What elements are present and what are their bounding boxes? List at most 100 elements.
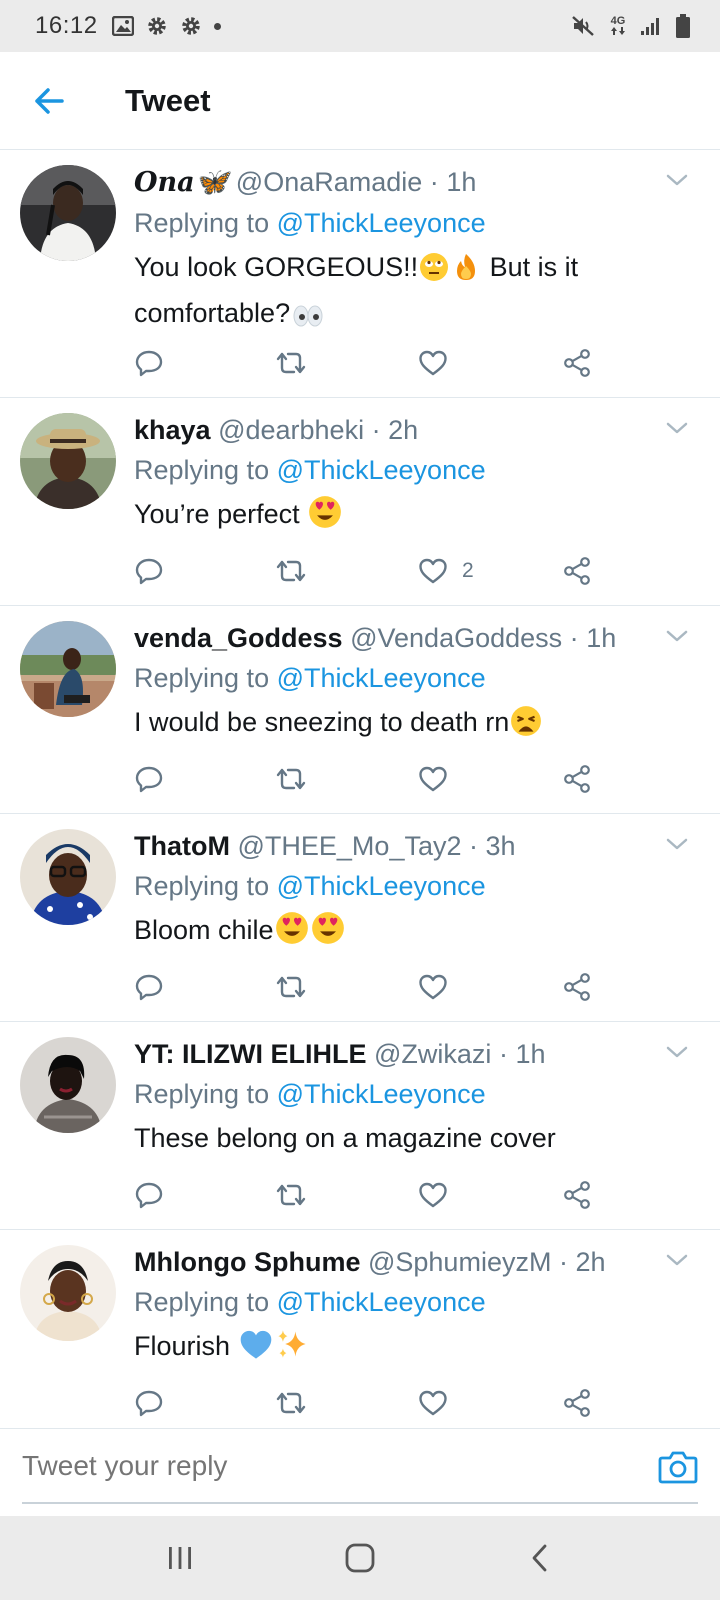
user-handle[interactable]: @VendaGoddess xyxy=(350,623,562,653)
user-handle[interactable]: @dearbheki xyxy=(218,415,364,445)
back-nav-button[interactable] xyxy=(510,1528,570,1588)
reply-button[interactable] xyxy=(134,553,164,589)
share-icon xyxy=(564,1389,590,1417)
avatar[interactable] xyxy=(20,1037,116,1133)
like-button[interactable] xyxy=(418,1177,462,1213)
retweet-icon xyxy=(276,560,306,582)
share-icon xyxy=(564,1181,590,1209)
replying-to-label: Replying to xyxy=(134,871,277,901)
retweet-button[interactable] xyxy=(274,761,308,797)
retweet-button[interactable] xyxy=(274,1385,308,1421)
like-button[interactable] xyxy=(418,969,462,1005)
home-icon xyxy=(345,1543,375,1573)
tweet-time[interactable]: 2h xyxy=(575,1247,605,1277)
display-name[interactable]: venda_Goddess xyxy=(134,623,343,653)
status-bar: 16:12 4G xyxy=(0,0,720,52)
replying-to-mention[interactable]: @ThickLeeyonce xyxy=(277,871,486,901)
tweet-actions xyxy=(134,1385,700,1421)
replying-to-mention[interactable]: @ThickLeeyonce xyxy=(277,1079,486,1109)
tweet-options-button[interactable] xyxy=(662,1042,692,1062)
retweet-button[interactable] xyxy=(274,345,308,381)
display-name[interactable]: YT: ILIZWI ELIHLE xyxy=(134,1039,366,1069)
heart-eyes-emoji-icon xyxy=(311,911,345,956)
display-name[interactable]: Ona🦋 xyxy=(134,167,228,198)
sparkles-emoji-icon xyxy=(275,1327,309,1372)
retweet-icon xyxy=(276,1392,306,1414)
avatar[interactable] xyxy=(20,165,116,261)
avatar[interactable] xyxy=(20,829,116,925)
reply-button[interactable] xyxy=(134,969,164,1005)
like-button[interactable] xyxy=(418,1385,462,1421)
tweet-time[interactable]: 2h xyxy=(388,415,418,445)
tweet-time[interactable]: 1h xyxy=(446,167,476,197)
share-icon xyxy=(564,349,590,377)
share-button[interactable] xyxy=(562,761,592,797)
user-handle[interactable]: @OnaRamadie xyxy=(236,167,423,197)
tweet-reply-input[interactable] xyxy=(22,1441,638,1491)
recent-apps-icon xyxy=(169,1547,191,1569)
share-button[interactable] xyxy=(562,553,592,589)
retweet-button[interactable] xyxy=(274,969,308,1005)
share-button[interactable] xyxy=(562,969,592,1005)
share-button[interactable] xyxy=(562,345,592,381)
tweet-item[interactable]: YT: ILIZWI ELIHLE @Zwikazi · 1h Replying… xyxy=(0,1022,720,1230)
tweet-item[interactable]: Mhlongo Sphume @SphumieyzM · 2h Replying… xyxy=(0,1230,720,1428)
chevron-down-icon xyxy=(666,1254,688,1266)
tweet-item[interactable]: khaya @dearbheki · 2h Replying to @Thick… xyxy=(0,398,720,606)
replying-to-label: Replying to xyxy=(134,663,277,693)
avatar[interactable] xyxy=(20,1245,116,1341)
reply-button[interactable] xyxy=(134,345,164,381)
tweet-item[interactable]: Ona🦋 @OnaRamadie · 1h Replying to @Thick… xyxy=(0,150,720,398)
network-type-label: 4G xyxy=(610,15,626,27)
retweet-button[interactable] xyxy=(274,553,308,589)
tweet-text-part: You look GORGEOUS!! xyxy=(134,252,419,282)
user-handle[interactable]: @Zwikazi xyxy=(374,1039,491,1069)
retweet-button[interactable] xyxy=(274,1177,308,1213)
avatar[interactable] xyxy=(20,413,116,509)
weary-face-emoji-icon xyxy=(510,705,542,748)
tweet-time[interactable]: 1h xyxy=(515,1039,545,1069)
heart-eyes-emoji-icon xyxy=(275,911,309,956)
tweet-time[interactable]: 1h xyxy=(586,623,616,653)
tweet-text-part: You’re perfect xyxy=(134,499,308,529)
like-button[interactable] xyxy=(418,345,462,381)
like-button[interactable]: 2 xyxy=(418,553,474,589)
tweet-header: Mhlongo Sphume @SphumieyzM · 2h xyxy=(134,1242,700,1282)
tweet-options-button[interactable] xyxy=(662,834,692,854)
user-handle[interactable]: @THEE_Mo_Tay2 xyxy=(238,831,462,861)
display-name[interactable]: khaya xyxy=(134,415,211,445)
like-button[interactable] xyxy=(418,761,462,797)
tweet-options-button[interactable] xyxy=(662,418,692,438)
replying-to-mention[interactable]: @ThickLeeyonce xyxy=(277,663,486,693)
separator-dot: · xyxy=(558,1247,568,1277)
tweet-text-part: Flourish xyxy=(134,1331,238,1361)
back-button[interactable] xyxy=(21,73,77,129)
tweet-item[interactable]: venda_Goddess @VendaGoddess · 1h Replyin… xyxy=(0,606,720,814)
tweet-header: venda_Goddess @VendaGoddess · 1h xyxy=(134,618,700,658)
replying-to-mention[interactable]: @ThickLeeyonce xyxy=(277,1287,486,1317)
tweet-options-button[interactable] xyxy=(662,170,692,190)
tweet-options-button[interactable] xyxy=(662,1250,692,1270)
avatar[interactable] xyxy=(20,621,116,717)
tweet-item[interactable]: ThatoM @THEE_Mo_Tay2 · 3h Replying to @T… xyxy=(0,814,720,1022)
replying-to: Replying to @ThickLeeyonce xyxy=(134,658,700,698)
display-name[interactable]: Mhlongo Sphume xyxy=(134,1247,360,1277)
home-button[interactable] xyxy=(330,1528,390,1588)
share-button[interactable] xyxy=(562,1385,592,1421)
display-name[interactable]: ThatoM xyxy=(134,831,230,861)
replies-feed[interactable]: Ona🦋 @OnaRamadie · 1h Replying to @Thick… xyxy=(0,150,720,1428)
share-button[interactable] xyxy=(562,1177,592,1213)
reply-button[interactable] xyxy=(134,761,164,797)
add-photo-button[interactable] xyxy=(658,1449,698,1485)
chevron-down-icon xyxy=(666,630,688,642)
tweet-options-button[interactable] xyxy=(662,626,692,646)
recent-apps-button[interactable] xyxy=(150,1528,210,1588)
replying-to-mention[interactable]: @ThickLeeyonce xyxy=(277,208,486,238)
tweet-time[interactable]: 3h xyxy=(486,831,516,861)
face-with-rolling-eyes-emoji-icon xyxy=(419,252,449,293)
replying-to-mention[interactable]: @ThickLeeyonce xyxy=(277,455,486,485)
reply-button[interactable] xyxy=(134,1177,164,1213)
user-handle[interactable]: @SphumieyzM xyxy=(368,1247,551,1277)
tweet-text: These belong on a magazine cover xyxy=(134,1118,700,1158)
reply-button[interactable] xyxy=(134,1385,164,1421)
